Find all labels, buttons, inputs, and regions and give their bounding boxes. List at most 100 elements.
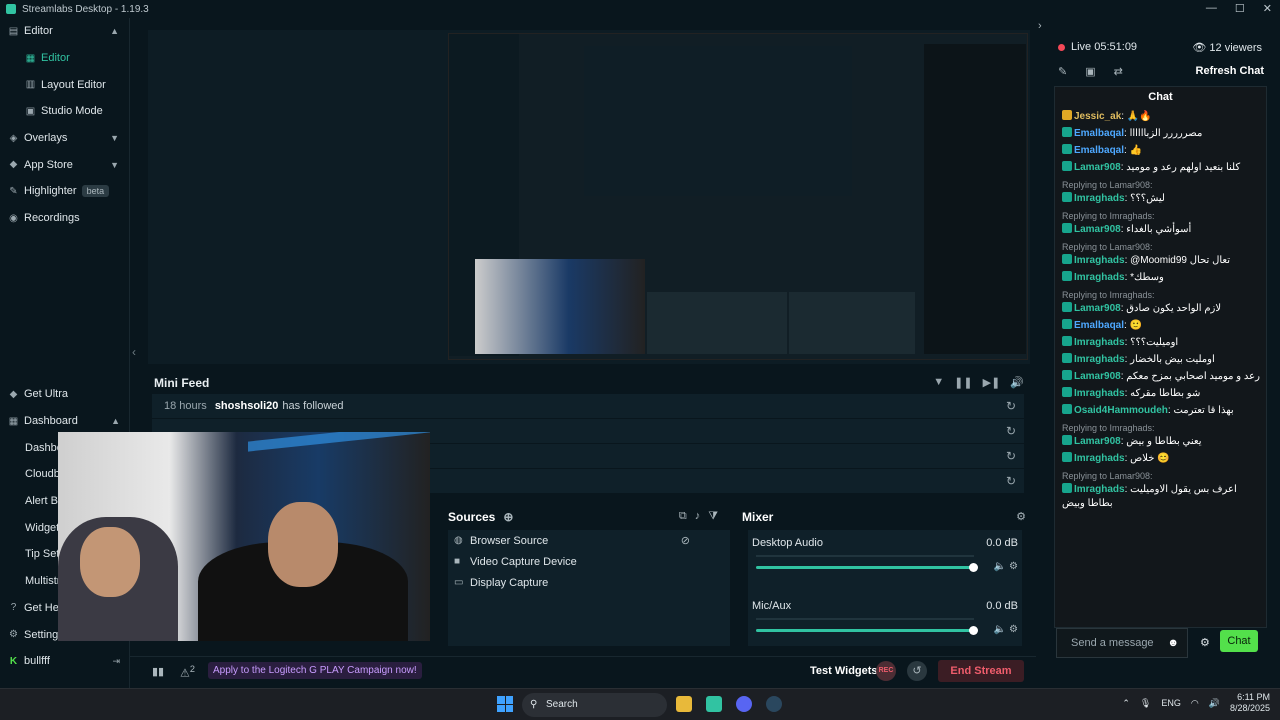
copy-icon[interactable]: ⧉ [679,510,687,523]
chat-username[interactable]: Lamar908 [1074,162,1121,173]
sidebar-item-editor-group[interactable]: ▤ Editor ▲ [0,18,129,45]
filter-icon[interactable]: ⧩ [708,510,718,523]
sidebar-item-layout-editor[interactable]: ▥ Layout Editor [0,71,129,98]
volume-tray-icon[interactable]: 🔊 [1209,698,1220,709]
chat-username[interactable]: Imraghads [1074,388,1125,399]
chat-username[interactable]: Lamar908 [1074,224,1121,235]
emoji-icon[interactable]: ☻ [1167,629,1179,657]
logout-icon[interactable]: ⇥ [112,656,120,667]
share-icon[interactable]: ⇄ [1114,65,1123,78]
minimize-icon[interactable]: — [1206,2,1217,15]
chat-username[interactable]: Emalbaqal [1074,128,1124,139]
alert-icon[interactable]: ⚠2 [180,664,195,680]
source-label: Video Capture Device [470,555,577,568]
close-icon[interactable]: ✕ [1263,2,1272,15]
sidebar-item-get-ultra[interactable]: ◆ Get Ultra [0,381,130,408]
add-source-icon[interactable]: ⊕ [503,510,513,524]
maximize-icon[interactable]: ☐ [1235,2,1245,15]
sidebar-item-highlighter[interactable]: ✎ Highlighter beta [0,178,129,205]
alert-count: 2 [189,664,195,674]
mic-icon[interactable]: ♪ [695,510,701,523]
sidebar-item-dashboard-group[interactable]: ▦ Dashboard ▲ [0,408,130,435]
replay-icon[interactable]: ↻ [1006,449,1016,463]
refresh-chat-button[interactable]: Refresh Chat [1196,65,1264,77]
streamlabs-taskbar-icon[interactable] [706,696,722,712]
chat-username[interactable]: Imraghads [1074,337,1125,348]
user-badge-icon [1062,223,1072,233]
replay-buffer-icon[interactable]: ↺ [907,661,927,681]
language-indicator[interactable]: ENG [1161,698,1181,708]
chat-username[interactable]: Imraghads [1074,484,1125,495]
chat-username[interactable]: Imraghads [1074,272,1125,283]
chat-username[interactable]: Emalbaqal [1074,320,1124,331]
chat-username[interactable]: Imraghads [1074,453,1125,464]
file-explorer-icon[interactable] [676,696,692,712]
clock[interactable]: 6:11 PM 8/28/2025 [1230,692,1270,714]
chat-username[interactable]: Lamar908 [1074,303,1121,314]
chat-toolbar: ✎ ▣ ⇄ Refresh Chat [1048,60,1280,82]
track-db: 0.0 dB [986,537,1018,549]
volume-knob[interactable] [969,626,978,635]
skip-icon[interactable]: ▶❚ [983,376,1001,389]
source-item[interactable]: ▭ Display Capture [448,572,730,593]
chat-message: Replying to Lamar908: Imraghads: ليش؟؟؟ [1055,175,1266,206]
filter-icon[interactable]: ▼ [933,376,944,389]
chat-input[interactable]: Send a message ☻ [1056,628,1188,658]
chat-username[interactable]: Imraghads [1074,193,1125,204]
record-button[interactable]: REC [876,661,896,681]
test-widgets-button[interactable]: Test Widgets [810,665,878,677]
visibility-off-icon[interactable]: ⊘ [681,534,690,547]
chat-username[interactable]: Emalbaqal [1074,145,1124,156]
mixer-settings-icon[interactable]: ⚙ [1016,510,1026,523]
chat-message: Imraghads: خلاص 😊 [1055,449,1266,466]
chat-username[interactable]: Lamar908 [1074,371,1121,382]
volume-slider[interactable] [756,629,974,632]
chat-title: Chat [1148,91,1173,103]
promo-banner[interactable]: Apply to the Logitech G PLAY Campaign no… [208,662,422,679]
sidebar-item-recordings[interactable]: ◉ Recordings [0,205,129,232]
volume-icon[interactable]: 🔊 [1010,376,1024,389]
sidebar-item-label: Recordings [24,212,80,225]
sidebar-item-studio-mode[interactable]: ▣ Studio Mode [0,98,129,125]
chevron-right-icon[interactable]: › [1038,20,1042,32]
chat-settings-icon[interactable]: ⚙ [1200,636,1210,649]
kick-icon: K [9,655,18,667]
replay-icon[interactable]: ↻ [1006,399,1016,413]
sidebar-item-user[interactable]: Kbullfff ⇥ [0,648,130,675]
edit-icon[interactable]: ✎ [1058,65,1067,78]
replay-icon[interactable]: ↻ [1006,424,1016,438]
replay-icon[interactable]: ↻ [1006,474,1016,488]
ultra-icon: ◆ [9,388,18,400]
stream-preview[interactable] [148,30,1030,364]
chat-username[interactable]: Lamar908 [1074,436,1121,447]
popout-icon[interactable]: ▣ [1085,65,1095,78]
chat-username[interactable]: Osaid4Hammoudeh [1074,405,1168,416]
source-item[interactable]: ◍ Browser Source ⊘ [448,530,730,551]
clock-time: 6:11 PM [1237,692,1270,702]
chat-username[interactable]: Jessic_ak [1074,111,1121,122]
chevron-up-icon[interactable]: ⌃ [1122,698,1130,709]
windows-start-icon[interactable] [497,696,513,712]
chat-send-button[interactable]: Chat [1220,630,1258,652]
source-item[interactable]: ■ Video Capture Device [448,551,730,572]
discord-icon[interactable] [736,696,752,712]
speaker-icon[interactable]: 🔈 ⚙ [994,561,1018,572]
chat-text: كلنا بنعيد اولهم رعد و موميد [1126,162,1241,173]
steam-icon[interactable] [766,696,782,712]
end-stream-button[interactable]: End Stream [938,660,1024,682]
mixer-panel: Mixer ⚙ Desktop Audio 0.0 dB 🔈 ⚙ Mic/Aux… [742,508,1030,648]
chat-username[interactable]: Imraghads [1074,255,1125,266]
stats-icon[interactable]: ▮▮ [152,665,164,678]
speaker-icon[interactable]: 🔈 ⚙ [994,624,1018,635]
sidebar-item-editor[interactable]: ▦ Editor [0,45,129,72]
volume-knob[interactable] [969,563,978,572]
mic-tray-icon[interactable]: 🎙 [1140,698,1151,709]
sidebar-item-app-store[interactable]: ◆ App Store ▼ [0,151,129,178]
pause-icon[interactable]: ❚❚ [954,376,972,389]
wifi-icon[interactable]: ◠ [1191,698,1199,709]
chat-username[interactable]: Imraghads [1074,354,1125,365]
collapse-sidebar-icon[interactable]: ‹ [132,345,136,359]
sidebar-item-overlays[interactable]: ◈ Overlays ▼ [0,125,129,152]
volume-slider[interactable] [756,566,974,569]
taskbar-search[interactable]: ⚲ Search [522,693,667,717]
